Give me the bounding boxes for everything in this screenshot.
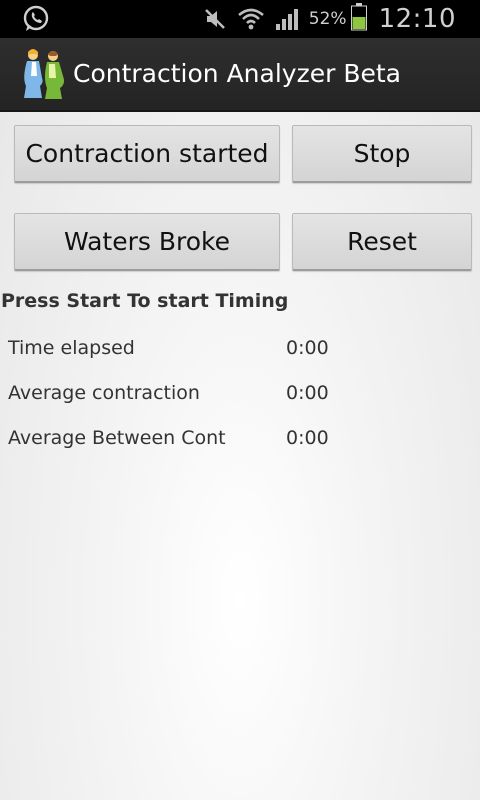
- signal-icon: [275, 7, 301, 31]
- stop-button[interactable]: Stop: [292, 125, 472, 183]
- stat-label: Time elapsed: [8, 337, 135, 359]
- stat-label: Average Between Cont: [8, 427, 226, 449]
- waters-broke-button[interactable]: Waters Broke: [14, 213, 280, 271]
- stat-label: Average contraction: [8, 382, 200, 404]
- battery-percent: 52%: [308, 9, 347, 29]
- contraction-started-button[interactable]: Contraction started: [14, 125, 280, 183]
- mute-icon: [203, 7, 227, 31]
- stat-value: 0:00: [286, 337, 329, 359]
- stat-value: 0:00: [286, 382, 329, 404]
- battery-icon: [350, 3, 367, 35]
- reset-button[interactable]: Reset: [292, 213, 472, 271]
- action-bar: Contraction Analyzer Beta: [0, 38, 480, 112]
- notification-area: [22, 5, 50, 37]
- pregnant-women-icon: [18, 46, 68, 106]
- stat-value: 0:00: [286, 427, 329, 449]
- status-bar: 52% 12:10: [0, 0, 480, 38]
- status-clock: 12:10: [378, 4, 456, 34]
- whatsapp-icon: [22, 5, 50, 37]
- wifi-icon: [237, 7, 265, 31]
- instruction-heading: Press Start To start Timing: [1, 290, 289, 312]
- app-title: Contraction Analyzer Beta: [73, 59, 401, 88]
- system-icons: 52% 12:10: [193, 0, 456, 38]
